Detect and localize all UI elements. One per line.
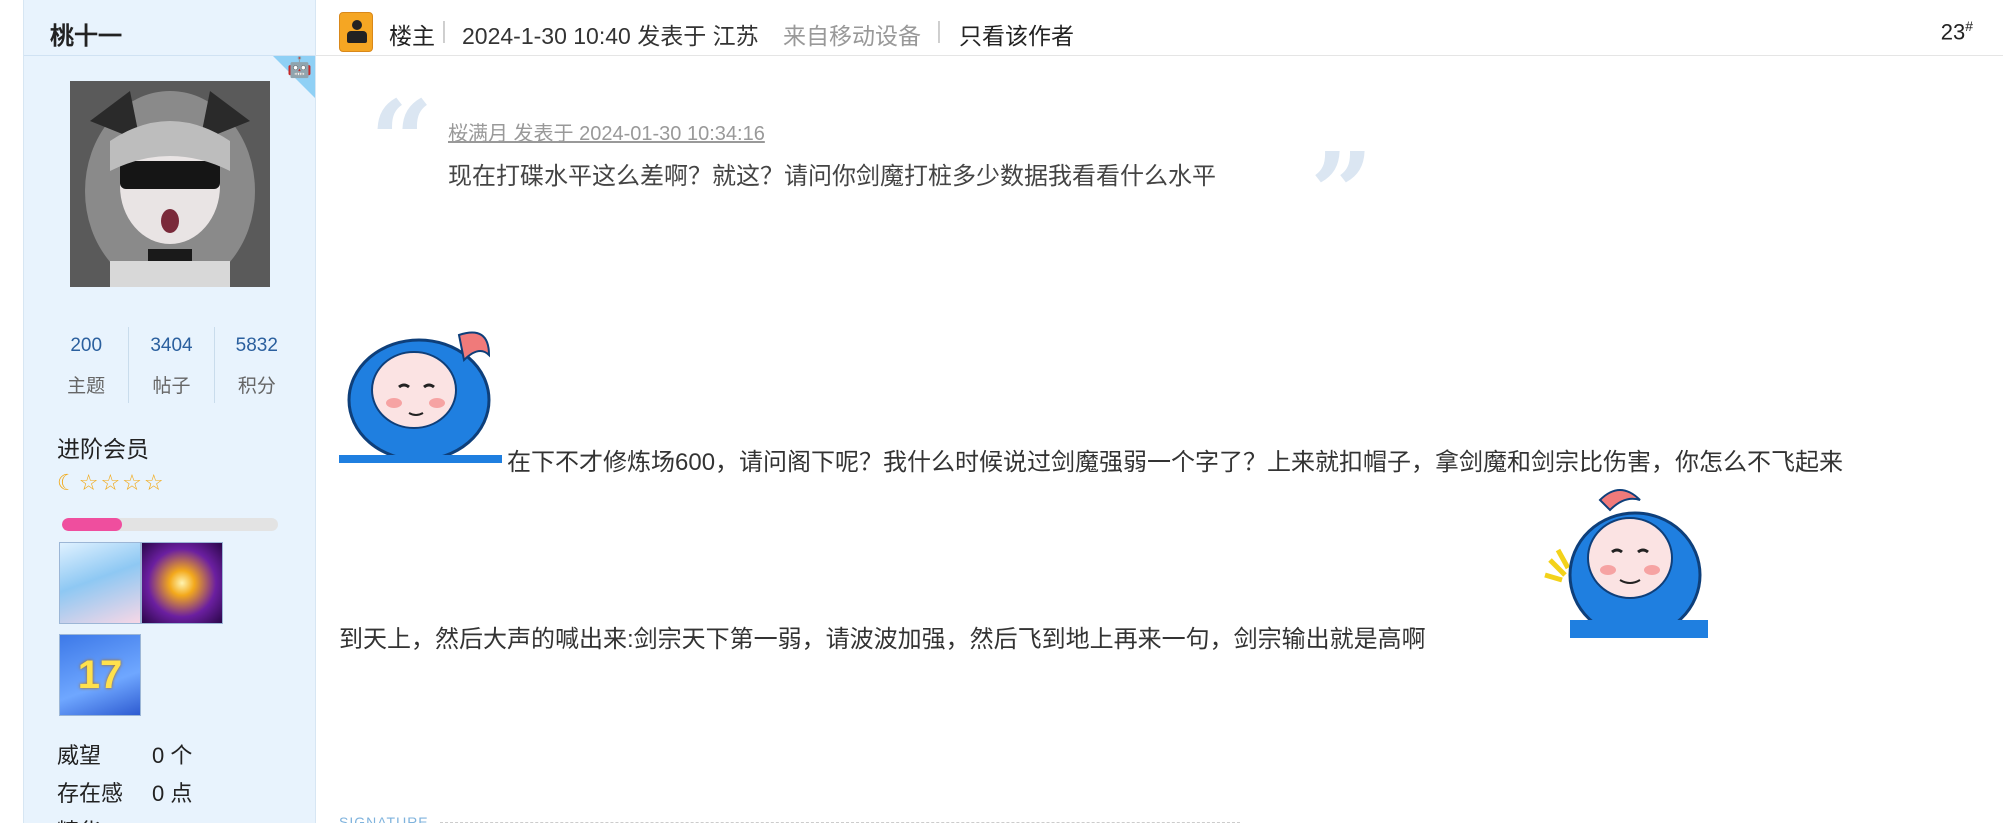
floor-number-link[interactable]: 23# [1941, 18, 1973, 45]
stat-label: 积分 [237, 376, 276, 397]
avatar-image [70, 81, 270, 287]
quote-text: 现在打碟水平这么差啊？就这？请问你剑魔打桩多少数据我看看什么水平 [448, 163, 1216, 190]
info-value: 0 [152, 819, 164, 823]
rank-stars-icon: ☾☆☆☆☆ [57, 470, 166, 495]
info-digest: 精华0 [57, 814, 164, 823]
stat-threads[interactable]: 200 主题 [44, 327, 130, 403]
header-separator: | [441, 17, 447, 43]
floor-number: 23 [1940, 19, 1966, 45]
info-prestige: 威望 0 个 [57, 738, 192, 770]
info-key: 威望 [57, 743, 102, 768]
host-label: 楼主 [389, 23, 435, 49]
signature-label: SIGNATURE [339, 814, 429, 823]
stat-label: 主题 [67, 376, 106, 397]
medal-anniversary[interactable] [59, 542, 141, 624]
author-name-bar: 桃十一 [24, 0, 315, 56]
level-progress-bar [62, 518, 278, 531]
quote-open-icon: “ [370, 76, 434, 205]
avatar[interactable] [70, 81, 270, 287]
header-separator: | [936, 17, 942, 43]
author-name[interactable]: 桃十一 [50, 23, 122, 50]
sticker-lying-icon [339, 305, 502, 463]
author-stats: 200 主题 3404 帖子 5832 积分 [44, 327, 299, 403]
medal-label: 17 [77, 653, 123, 697]
quote-close-icon: ” [1310, 128, 1374, 257]
info-presence: 存在感 0 点 [57, 776, 192, 808]
floor-suffix: # [1965, 18, 1973, 34]
info-value: 0 个 [152, 743, 193, 768]
stat-posts[interactable]: 3404 帖子 [129, 327, 215, 403]
post-body-line-1: 在下不才修炼场600，请问阁下呢？我什么时候说过剑魔强弱一个字了？上来就扣帽子，… [507, 449, 1844, 476]
info-key: 精华 [57, 814, 152, 823]
level-progress-fill [62, 518, 123, 531]
medal-gold-burst[interactable] [141, 542, 223, 624]
stat-value: 5832 [235, 335, 278, 356]
post-header: 楼主 | 2024-1-30 10:40 发表于 江苏 来自移动设备 | 只看该… [316, 0, 2003, 56]
stat-points[interactable]: 5832 积分 [215, 327, 299, 403]
member-rank[interactable]: 进阶会员 [57, 430, 149, 464]
sticker-hug-icon [1540, 480, 1708, 639]
mobile-device-link[interactable]: 来自移动设备 [783, 17, 921, 51]
stat-value: 3404 [150, 335, 193, 356]
thread-starter-icon [339, 12, 373, 52]
android-icon: 🤖 [287, 57, 312, 79]
only-author-link[interactable]: 只看该作者 [959, 17, 1074, 51]
quote-meta-link[interactable]: 桜满月 发表于 2024-01-30 10:34:16 [448, 117, 765, 146]
stat-value: 200 [70, 335, 103, 356]
author-sidebar: 桃十一 🤖 200 主题 3404 帖子 5832 积分 进阶会员 ☾☆☆☆☆ … [23, 0, 316, 823]
post-body-line-2: 到天上，然后大声的喊出来:剑宗天下第一弱，请波波加强，然后飞到地上再来一句，剑宗… [339, 626, 1426, 653]
stat-label: 帖子 [152, 376, 191, 397]
info-key: 存在感 [57, 781, 124, 806]
post-date: 2024-1-30 10:40 发表于 江苏 [462, 23, 759, 49]
info-value: 0 点 [152, 781, 193, 806]
medal-17[interactable]: 17 [59, 634, 141, 716]
